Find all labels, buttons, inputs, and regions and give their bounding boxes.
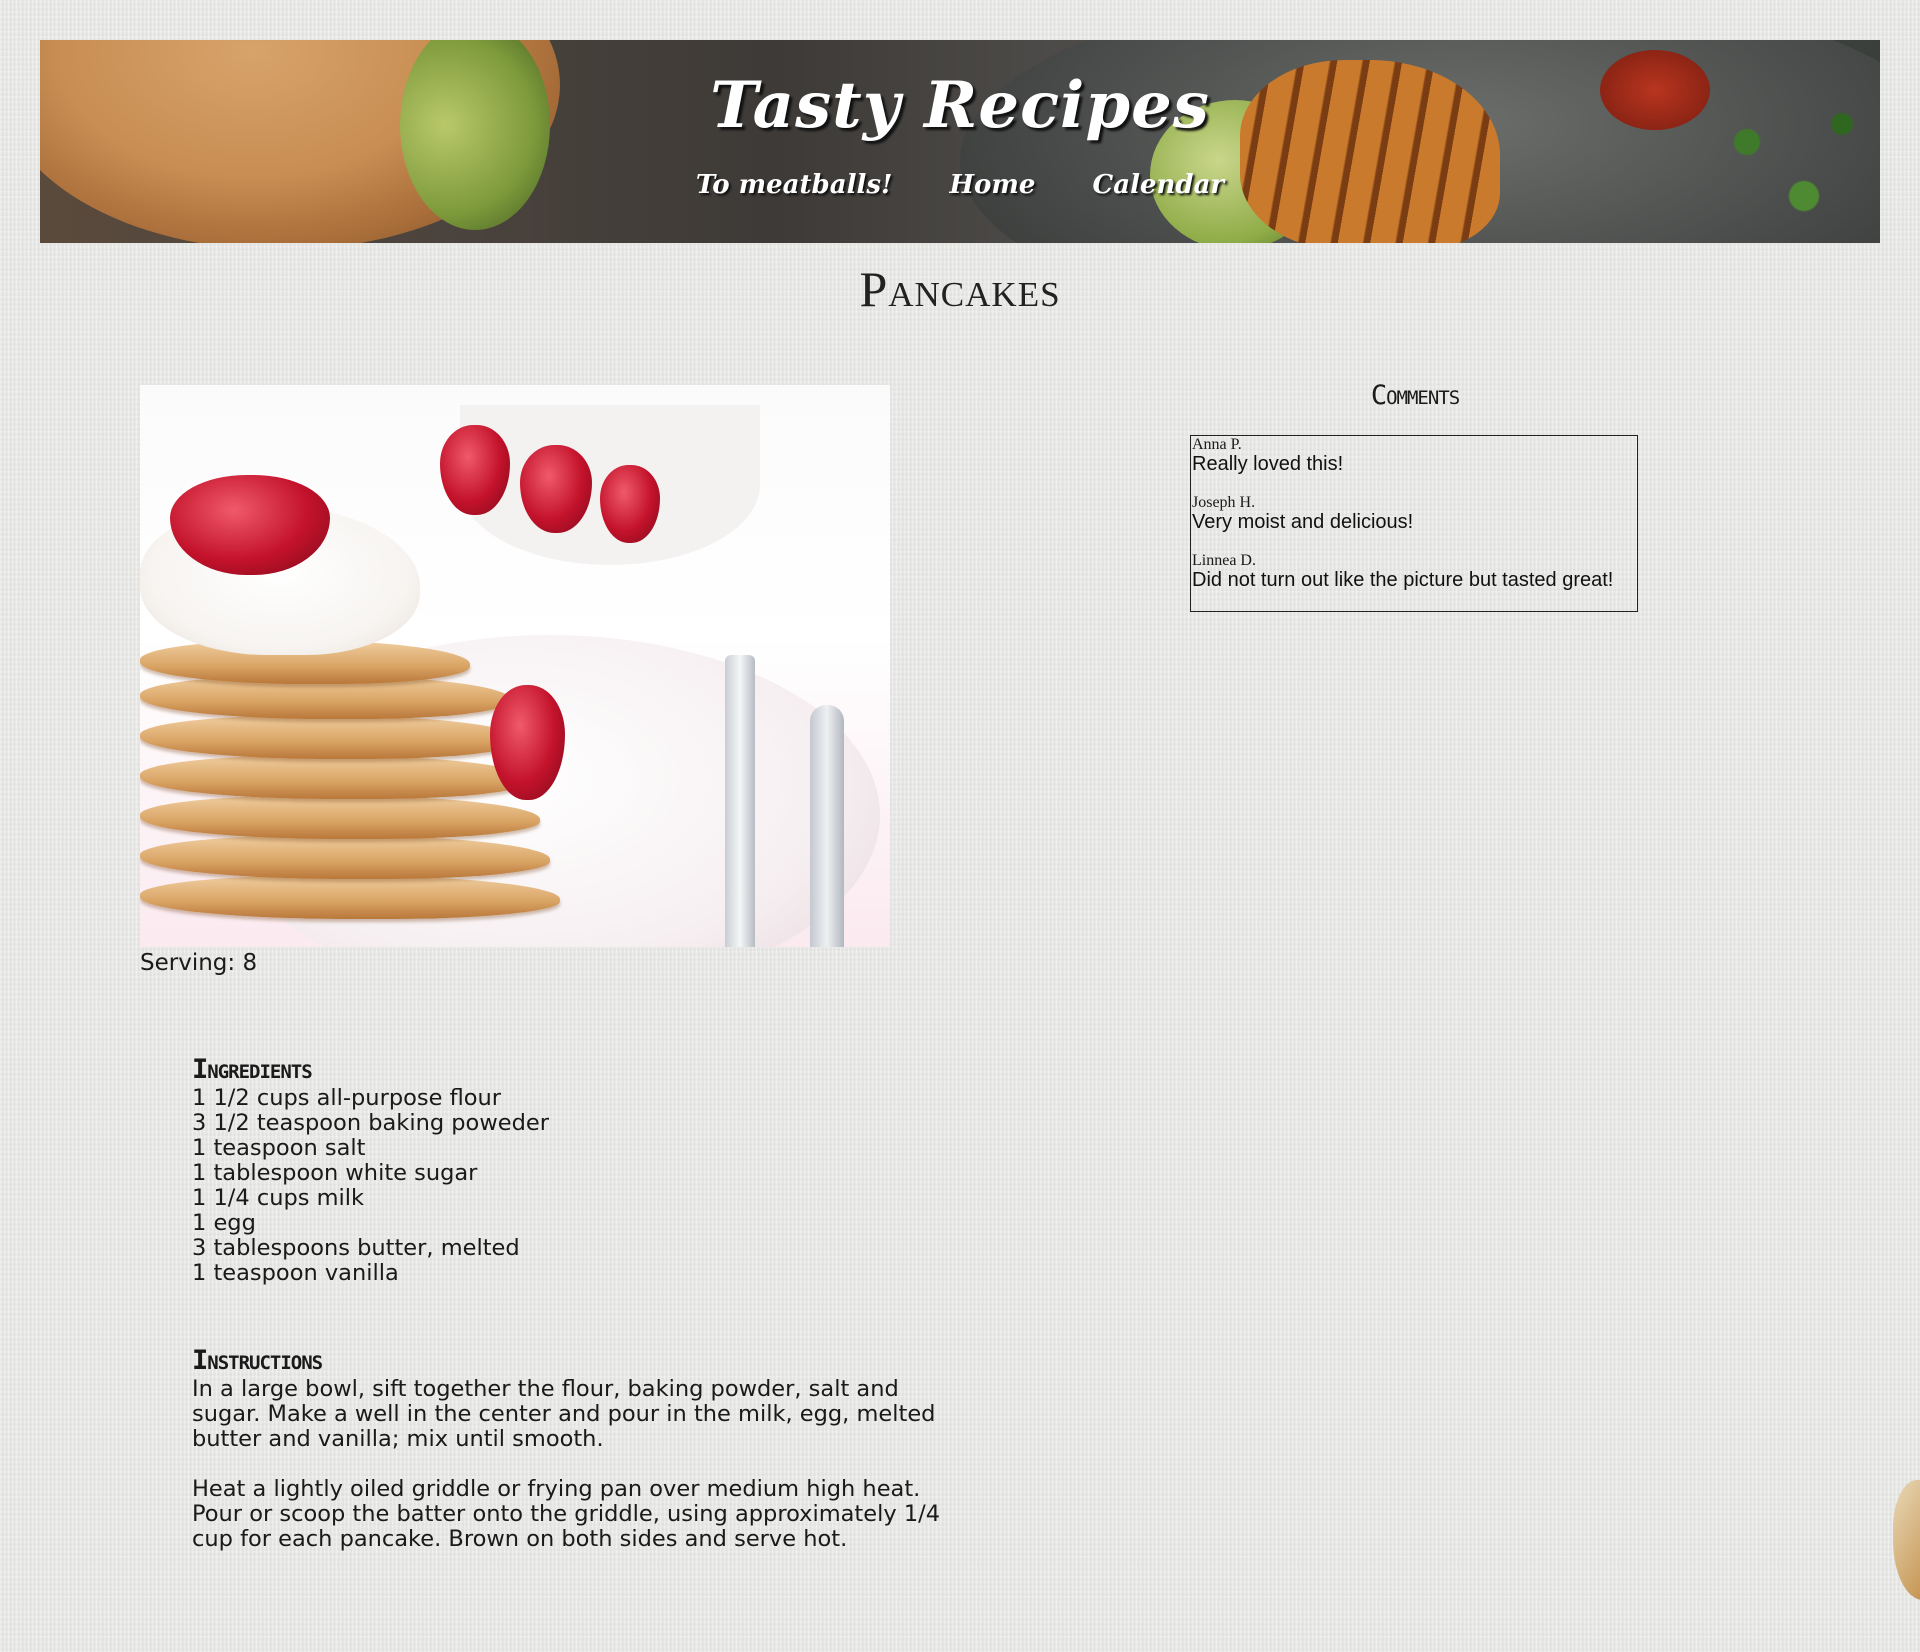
comment-item: Anna P. Really loved this! [1192,437,1637,476]
comment-text: Did not turn out like the picture but ta… [1192,569,1614,591]
photo-pancake [140,795,540,839]
ingredients-section: Ingredients 1 1/2 cups all-purpose flour… [192,1054,892,1286]
ingredient-item: 1 teaspoon vanilla [192,1260,399,1286]
photo-pancake [140,835,550,879]
background-decoration [1893,1480,1920,1600]
photo-fork [725,655,755,947]
instruction-step: In a large bowl, sift together the flour… [192,1376,936,1452]
comment-author: Anna P. [1192,436,1242,453]
comment-text: Really loved this! [1192,453,1344,475]
site-title[interactable]: Tasty Recipes [40,68,1880,143]
ingredient-item: 3 tablespoons butter, melted [192,1235,520,1261]
ingredient-item: 1 1/4 cups milk [192,1185,365,1211]
ingredient-item: 1 1/2 cups all-purpose flour [192,1085,502,1111]
comment-item: Linnea D. Did not turn out like the pict… [1192,553,1637,592]
serving-size: Serving: 8 [140,950,258,976]
photo-pancake [140,755,530,799]
photo-knife [810,705,844,947]
ingredients-heading: Ingredients [192,1054,313,1085]
photo-pancake [140,715,520,759]
comment-text: Very moist and delicious! [1192,511,1414,533]
comments-heading: Comments [1370,380,1460,411]
instructions-section: Instructions In a large bowl, sift toget… [192,1345,962,1577]
nav-link-meatballs[interactable]: To meatballs! [696,170,893,200]
comment-item: Joseph H. Very moist and delicious! [1192,495,1637,534]
ingredient-item: 3 1/2 teaspoon baking poweder [192,1110,549,1136]
photo-pancake [140,875,560,919]
ingredients-list: 1 1/2 cups all-purpose flour 3 1/2 teasp… [192,1086,892,1286]
comment-author: Joseph H. [1192,494,1256,511]
main-nav: To meatballs! Home Calendar [40,170,1880,200]
ingredient-item: 1 teaspoon salt [192,1135,366,1161]
ingredient-item: 1 egg [192,1210,256,1236]
nav-link-calendar[interactable]: Calendar [1093,170,1225,200]
nav-link-home[interactable]: Home [949,170,1035,200]
instructions-heading: Instructions [192,1345,323,1376]
header-banner: Tasty Recipes To meatballs! Home Calenda… [40,40,1880,243]
comment-author: Linnea D. [1192,552,1256,569]
ingredient-item: 1 tablespoon white sugar [192,1160,478,1186]
comments-box: Anna P. Really loved this! Joseph H. Ver… [1190,435,1638,612]
instruction-step: Heat a lightly oiled griddle or frying p… [192,1476,941,1552]
recipe-photo [140,385,890,947]
page-title: Pancakes [859,261,1061,317]
